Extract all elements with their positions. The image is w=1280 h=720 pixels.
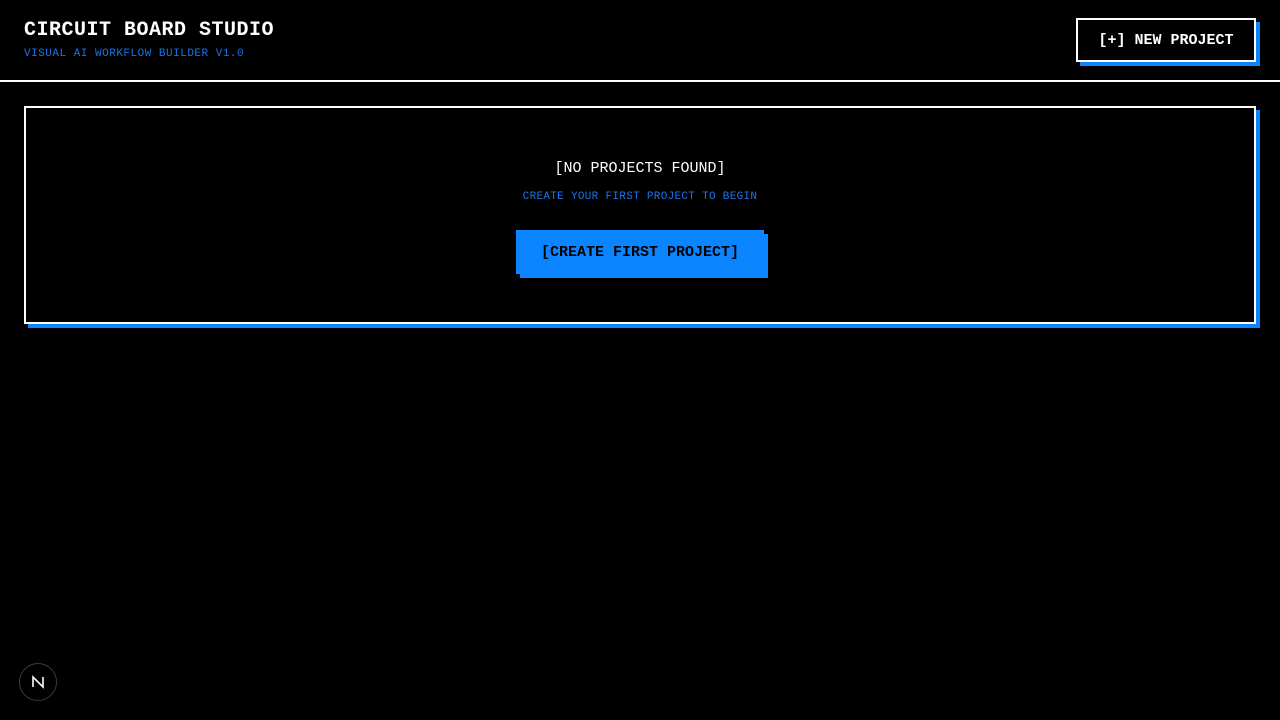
new-project-button[interactable]: [+] NEW PROJECT bbox=[1076, 18, 1256, 62]
app-subtitle: VISUAL AI WORKFLOW BUILDER V1.0 bbox=[24, 48, 245, 60]
create-first-project-button[interactable]: [CREATE FIRST PROJECT] bbox=[516, 230, 764, 274]
empty-state-title: [NO PROJECTS FOUND] bbox=[554, 160, 726, 177]
app-title: CIRCUIT BOARD STUDIO bbox=[24, 19, 275, 42]
app-header: CIRCUIT BOARD STUDIO VISUAL AI WORKFLOW … bbox=[0, 0, 1280, 82]
empty-state-subtitle: CREATE YOUR FIRST PROJECT TO BEGIN bbox=[522, 191, 758, 203]
dev-tools-badge[interactable] bbox=[19, 663, 57, 701]
empty-state-panel: [NO PROJECTS FOUND] CREATE YOUR FIRST PR… bbox=[24, 106, 1256, 324]
n-logo-icon bbox=[32, 675, 44, 689]
